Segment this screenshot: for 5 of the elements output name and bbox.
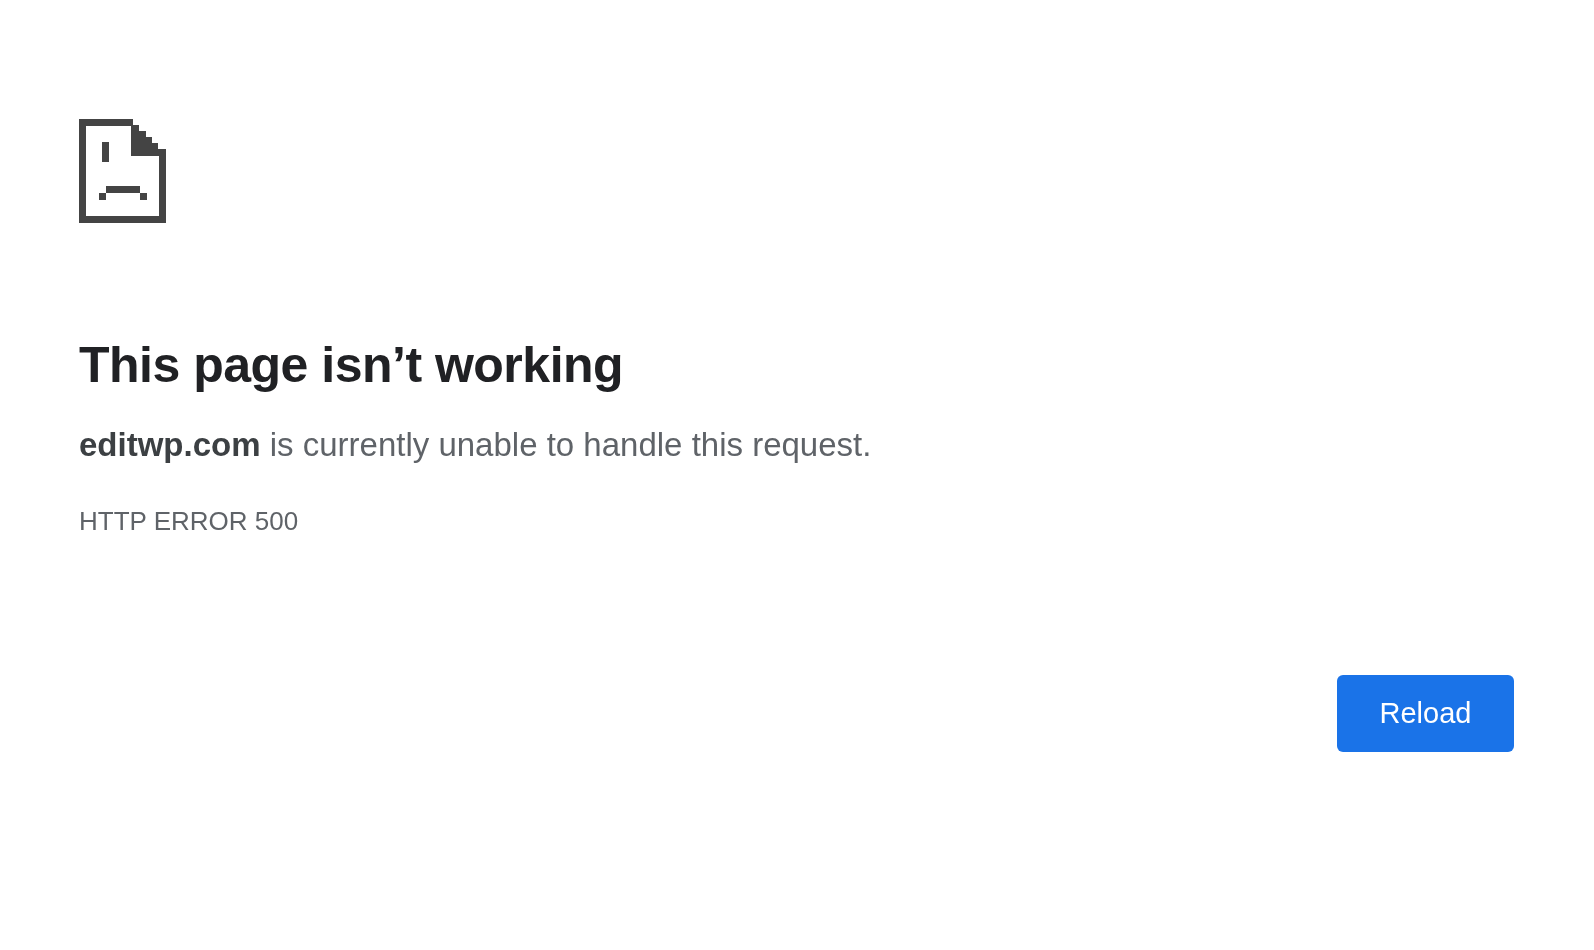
- error-heading: This page isn’t working: [79, 336, 625, 395]
- reload-button[interactable]: Reload: [1337, 675, 1514, 752]
- sad-page-icon: [79, 119, 166, 223]
- error-code: HTTP ERROR 500: [79, 505, 299, 537]
- error-message: editwp.com is currently unable to handle this request.: [79, 425, 872, 465]
